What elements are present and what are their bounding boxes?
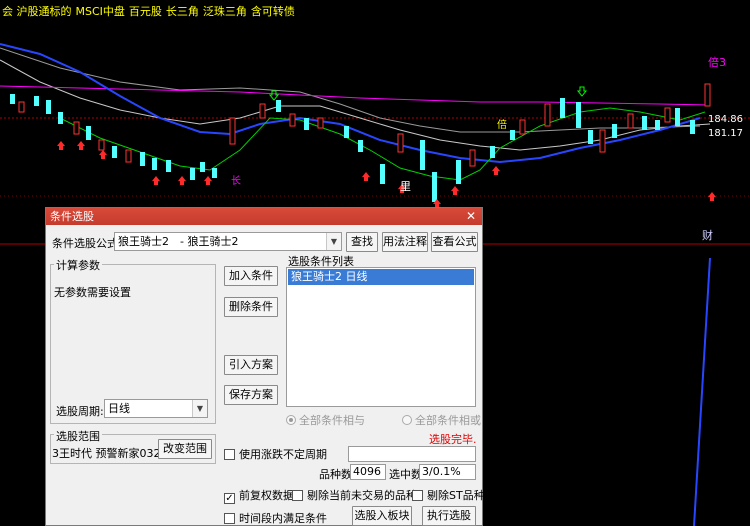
exclude-untraded-checkbox[interactable]: 剔除当前未交易的品种 (292, 487, 417, 503)
uncertain-period-field[interactable] (348, 446, 476, 462)
condition-list[interactable]: 狼王骑士2 日线 (286, 267, 476, 407)
checkbox-icon (224, 513, 235, 524)
checkbox-icon (224, 449, 235, 460)
params-group-title: 计算参数 (54, 257, 102, 273)
checkbox-icon (292, 490, 303, 501)
range-group-title: 选股范围 (54, 428, 102, 444)
status-text: 选股完毕. (429, 433, 477, 446)
buy-arrow-icons (57, 141, 716, 208)
stock-tag: MSCI中盘 (75, 5, 125, 18)
usage-notes-button[interactable]: 用法注释 (382, 232, 428, 252)
chevron-down-icon[interactable]: ▼ (326, 233, 341, 250)
dialog-titlebar[interactable]: 条件选股 ✕ (46, 208, 482, 225)
exclude-st-label: 剔除ST品种 (427, 489, 485, 502)
formula-select[interactable]: 狼王骑士2 - 狼王骑士2 ▼ (114, 232, 342, 251)
selected-field: 3/0.1% (419, 464, 476, 480)
sell-arrow-icons (268, 86, 588, 101)
radio-and-label: 全部条件相与 (299, 414, 365, 427)
change-range-button[interactable]: 改变范围 (158, 439, 212, 459)
dialog-title: 条件选股 (50, 210, 94, 223)
radio-or-label: 全部条件相或 (415, 414, 481, 427)
count-field: 4096 (350, 464, 386, 480)
checkmark-icon: ✓ (224, 493, 235, 504)
stock-tag: 长三角 (165, 5, 199, 18)
price-label: 184.86 (708, 114, 743, 125)
add-condition-button[interactable]: 加入条件 (224, 266, 278, 286)
find-button[interactable]: 查找 (346, 232, 378, 252)
close-icon[interactable]: ✕ (466, 208, 476, 225)
chevron-down-icon[interactable]: ▼ (192, 400, 207, 417)
marker-label: 倍3 (708, 55, 726, 69)
uncertain-period-label: 使用涨跌不定周期 (239, 448, 327, 461)
exclude-untraded-label: 剔除当前未交易的品种 (307, 489, 417, 502)
period-select[interactable]: 日线 ▼ (104, 399, 208, 418)
uncertain-period-checkbox[interactable]: 使用涨跌不定周期 (224, 446, 327, 462)
formula-label: 条件选股公式 (52, 237, 118, 250)
marker-label: 里 (400, 180, 411, 193)
radio-and[interactable]: 全部条件相与 (286, 412, 365, 428)
formula-select-value: 狼王骑士2 - 狼王骑士2 (118, 235, 239, 248)
price-label: 181.17 (708, 128, 743, 139)
adjusted-data-checkbox[interactable]: ✓ 前复权数据 (224, 487, 294, 504)
delete-condition-button[interactable]: 删除条件 (224, 297, 278, 317)
adjusted-data-label: 前复权数据 (239, 489, 294, 502)
radio-dot-icon (402, 415, 412, 425)
radio-or[interactable]: 全部条件相或 (402, 412, 481, 428)
import-scheme-button[interactable]: 引入方案 (224, 355, 278, 375)
stock-tag: 含可转债 (250, 5, 295, 18)
marker-label: 财 (702, 228, 713, 242)
radio-dot-icon (286, 415, 296, 425)
stock-tag: 泛珠三角 (202, 5, 247, 18)
period-condition-checkbox[interactable]: 时间段内满足条件 (224, 510, 327, 526)
params-text: 无参数需要设置 (54, 286, 131, 299)
marker-label: 倍 (497, 118, 507, 131)
ma-line-gray (0, 47, 701, 133)
checkbox-icon (412, 490, 423, 501)
count-label: 品种数 (319, 468, 352, 481)
period-select-value: 日线 (108, 402, 130, 415)
period-condition-label: 时间段内满足条件 (239, 512, 327, 525)
condition-screen-dialog: 条件选股 ✕ 条件选股公式 狼王骑士2 - 狼王骑士2 ▼ 查找 用法注释 查看… (45, 207, 485, 526)
execute-screen-button[interactable]: 执行选股 (422, 506, 476, 526)
period-label: 选股周期: (56, 405, 104, 418)
exclude-st-checkbox[interactable]: 剔除ST品种 (412, 487, 485, 503)
view-formula-button[interactable]: 查看公式 (431, 232, 478, 252)
marker-label: 长 (231, 175, 241, 187)
candles-up (18, 83, 711, 167)
stock-tags: 会 沪股通标的 MSCI中盘 百元股 长三角 泛珠三角 含可转债 (2, 3, 299, 19)
stock-tag: 百元股 (128, 5, 162, 18)
list-item[interactable]: 狼王骑士2 日线 (288, 269, 474, 285)
stock-tag: 会 沪股通标的 (2, 5, 72, 18)
range-text: 3王时代 预警新家0328 (52, 447, 168, 460)
save-scheme-button[interactable]: 保存方案 (224, 385, 278, 405)
selected-label: 选中数 (389, 468, 422, 481)
add-to-block-button[interactable]: 选股入板块 (352, 506, 412, 526)
indicator-line (693, 257, 711, 526)
